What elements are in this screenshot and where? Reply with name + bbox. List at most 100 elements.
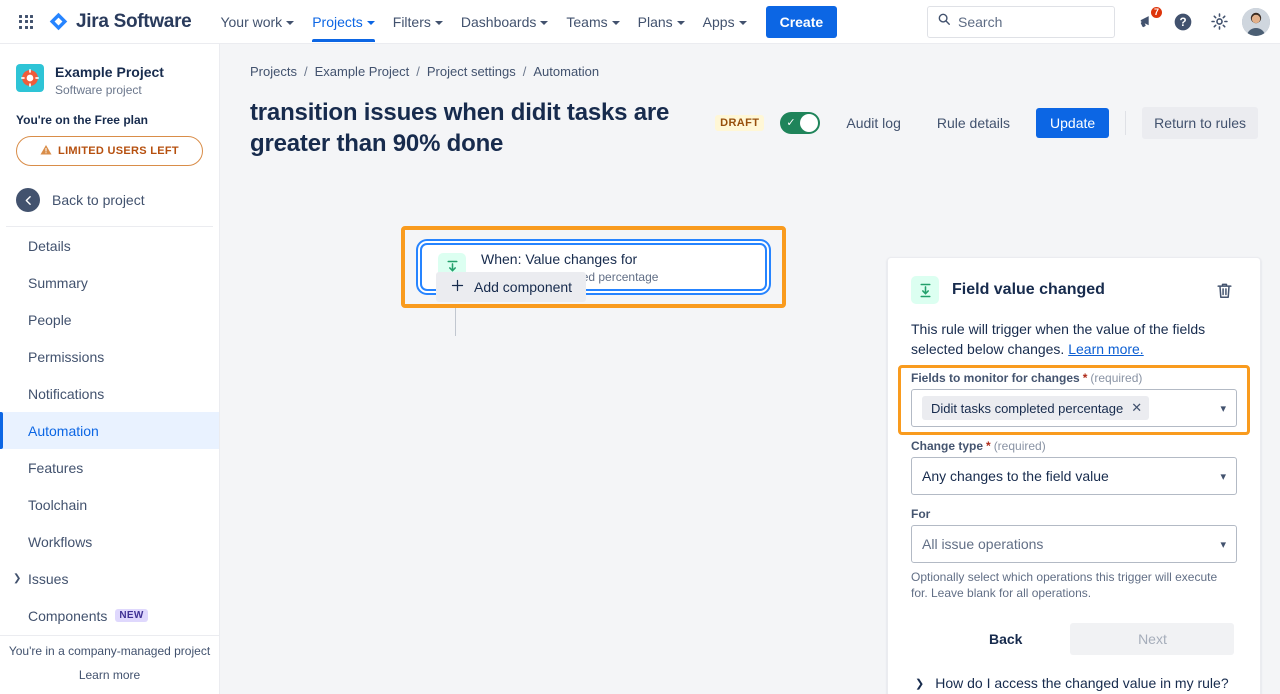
required-hint: (required)	[993, 439, 1046, 453]
remove-chip-icon[interactable]: ✕	[1131, 400, 1142, 416]
next-button: Next	[1070, 623, 1235, 655]
sidebar-item-features[interactable]: Features	[0, 449, 219, 486]
chevron-right-icon: ❯	[915, 677, 925, 690]
change-type-field: Change type * (required) Any changes to …	[911, 439, 1237, 495]
nav-item-plans[interactable]: Plans	[629, 2, 694, 42]
project-type: Software project	[55, 83, 142, 97]
sidebar-item-label: Workflows	[28, 533, 93, 550]
panel-footer-buttons: Back Next	[911, 623, 1237, 655]
project-name: Example Project	[55, 64, 164, 80]
sidebar-item-people[interactable]: People	[0, 301, 219, 338]
create-button[interactable]: Create	[765, 5, 838, 38]
chevron-down-icon: ▾	[1220, 538, 1226, 551]
learn-more-link[interactable]: Learn more	[0, 668, 219, 682]
back-button[interactable]: Back	[963, 623, 1048, 655]
project-avatar-icon	[16, 64, 44, 92]
fields-to-monitor-select[interactable]: Didit tasks completed percentage ✕ ▾	[911, 389, 1237, 427]
nav-label: Teams	[566, 13, 608, 30]
learn-more-link[interactable]: Learn more.	[1068, 341, 1143, 357]
chevron-down-icon	[366, 20, 375, 25]
sidebar-item-summary[interactable]: Summary	[0, 264, 219, 301]
plus-icon	[450, 278, 465, 296]
sidebar-item-automation[interactable]: Automation	[0, 412, 219, 449]
chevron-down-icon: ▾	[1220, 402, 1226, 415]
sidebar-item-issues[interactable]: ❯ Issues	[0, 560, 219, 597]
nav-label: Plans	[637, 13, 673, 30]
gear-icon[interactable]	[1203, 6, 1235, 38]
limited-users-badge[interactable]: LIMITED USERS LEFT	[16, 136, 203, 166]
sidebar-item-notifications[interactable]: Notifications	[0, 375, 219, 412]
sidebar-item-permissions[interactable]: Permissions	[0, 338, 219, 375]
sidebar-item-workflows[interactable]: Workflows	[0, 523, 219, 560]
nav-item-dashboards[interactable]: Dashboards	[452, 2, 558, 42]
nav-item-filters[interactable]: Filters	[384, 2, 452, 42]
update-button[interactable]: Update	[1036, 108, 1110, 138]
back-to-project-button[interactable]: Back to project	[0, 166, 219, 226]
chevron-right-icon: ❯	[13, 573, 22, 584]
sidebar-item-label: Notifications	[28, 385, 105, 402]
return-to-rules-button[interactable]: Return to rules	[1142, 107, 1258, 139]
change-type-value: Any changes to the field value	[922, 468, 1109, 484]
nav-label: Your work	[220, 13, 283, 30]
chevron-down-icon	[611, 20, 620, 25]
fields-to-monitor-label: Fields to monitor for changes * (require…	[911, 371, 1237, 385]
field-value-changed-icon	[911, 276, 939, 304]
rule-enabled-toggle[interactable]: ✓	[780, 112, 821, 134]
sidebar-item-components[interactable]: Components NEW	[0, 597, 219, 634]
jira-brand-logo[interactable]: Jira Software	[48, 11, 192, 33]
selected-field-chip[interactable]: Didit tasks completed percentage ✕	[922, 396, 1150, 420]
breadcrumb-automation[interactable]: Automation	[533, 64, 599, 79]
changed-value-disclosure[interactable]: ❯ How do I access the changed value in m…	[911, 675, 1237, 691]
label-text: For	[911, 507, 931, 521]
nav-label: Apps	[702, 13, 735, 30]
top-nav-tools: 7 ?	[927, 4, 1270, 38]
sidebar-item-label: Permissions	[28, 348, 105, 365]
notifications-button[interactable]: 7	[1131, 4, 1164, 38]
required-hint: (required)	[1090, 371, 1143, 385]
rule-details-button[interactable]: Rule details	[927, 109, 1020, 137]
sidebar-item-toolchain[interactable]: Toolchain	[0, 486, 219, 523]
breadcrumb-projects[interactable]: Projects	[250, 64, 297, 79]
trash-icon[interactable]	[1211, 277, 1237, 303]
change-type-select[interactable]: Any changes to the field value ▾	[911, 457, 1237, 495]
new-badge: NEW	[115, 609, 148, 622]
add-component-label: Add component	[474, 279, 573, 295]
breadcrumb-project-settings[interactable]: Project settings	[427, 64, 516, 79]
sidebar-item-label: Toolchain	[28, 496, 88, 513]
nav-item-teams[interactable]: Teams	[557, 2, 628, 42]
nav-item-projects[interactable]: Projects	[303, 2, 384, 42]
status-badge: DRAFT	[715, 115, 765, 131]
nav-label: Filters	[392, 13, 431, 30]
add-component-button[interactable]: Add component	[436, 272, 587, 302]
nav-item-apps[interactable]: Apps	[694, 2, 756, 42]
search-icon	[937, 12, 951, 31]
help-icon[interactable]: ?	[1167, 6, 1199, 38]
check-icon: ✓	[786, 116, 796, 129]
change-type-label: Change type * (required)	[911, 439, 1237, 453]
project-sidebar: Example Project Software project You're …	[0, 44, 220, 694]
rule-actions: DRAFT ✓ Audit log Rule details Update Re…	[715, 97, 1258, 139]
fields-to-monitor-field: Fields to monitor for changes * (require…	[898, 365, 1250, 435]
sidebar-item-label: Components	[28, 607, 108, 624]
chevron-down-icon	[738, 20, 747, 25]
app-switcher-icon[interactable]	[10, 6, 42, 38]
panel-header: Field value changed	[911, 276, 1237, 304]
search-box[interactable]	[927, 5, 1115, 38]
nav-item-your-work[interactable]: Your work	[211, 2, 303, 42]
audit-log-button[interactable]: Audit log	[836, 109, 910, 137]
panel-title: Field value changed	[952, 281, 1105, 298]
toggle-knob	[800, 114, 819, 132]
svg-text:?: ?	[1179, 16, 1186, 29]
search-input[interactable]	[958, 13, 1105, 30]
sidebar-nav-list: Details Summary People Permissions Notif…	[0, 227, 219, 635]
breadcrumb-example-project[interactable]: Example Project	[315, 64, 410, 79]
avatar[interactable]	[1242, 7, 1270, 36]
for-field: For All issue operations ▾ Optionally se…	[911, 507, 1237, 601]
for-select[interactable]: All issue operations ▾	[911, 525, 1237, 563]
project-header[interactable]: Example Project Software project	[0, 44, 219, 97]
canvas-connector-line	[455, 308, 456, 336]
sidebar-item-label: Summary	[28, 274, 88, 291]
chevron-down-icon	[434, 20, 443, 25]
for-placeholder: All issue operations	[922, 536, 1044, 552]
sidebar-item-details[interactable]: Details	[0, 227, 219, 264]
